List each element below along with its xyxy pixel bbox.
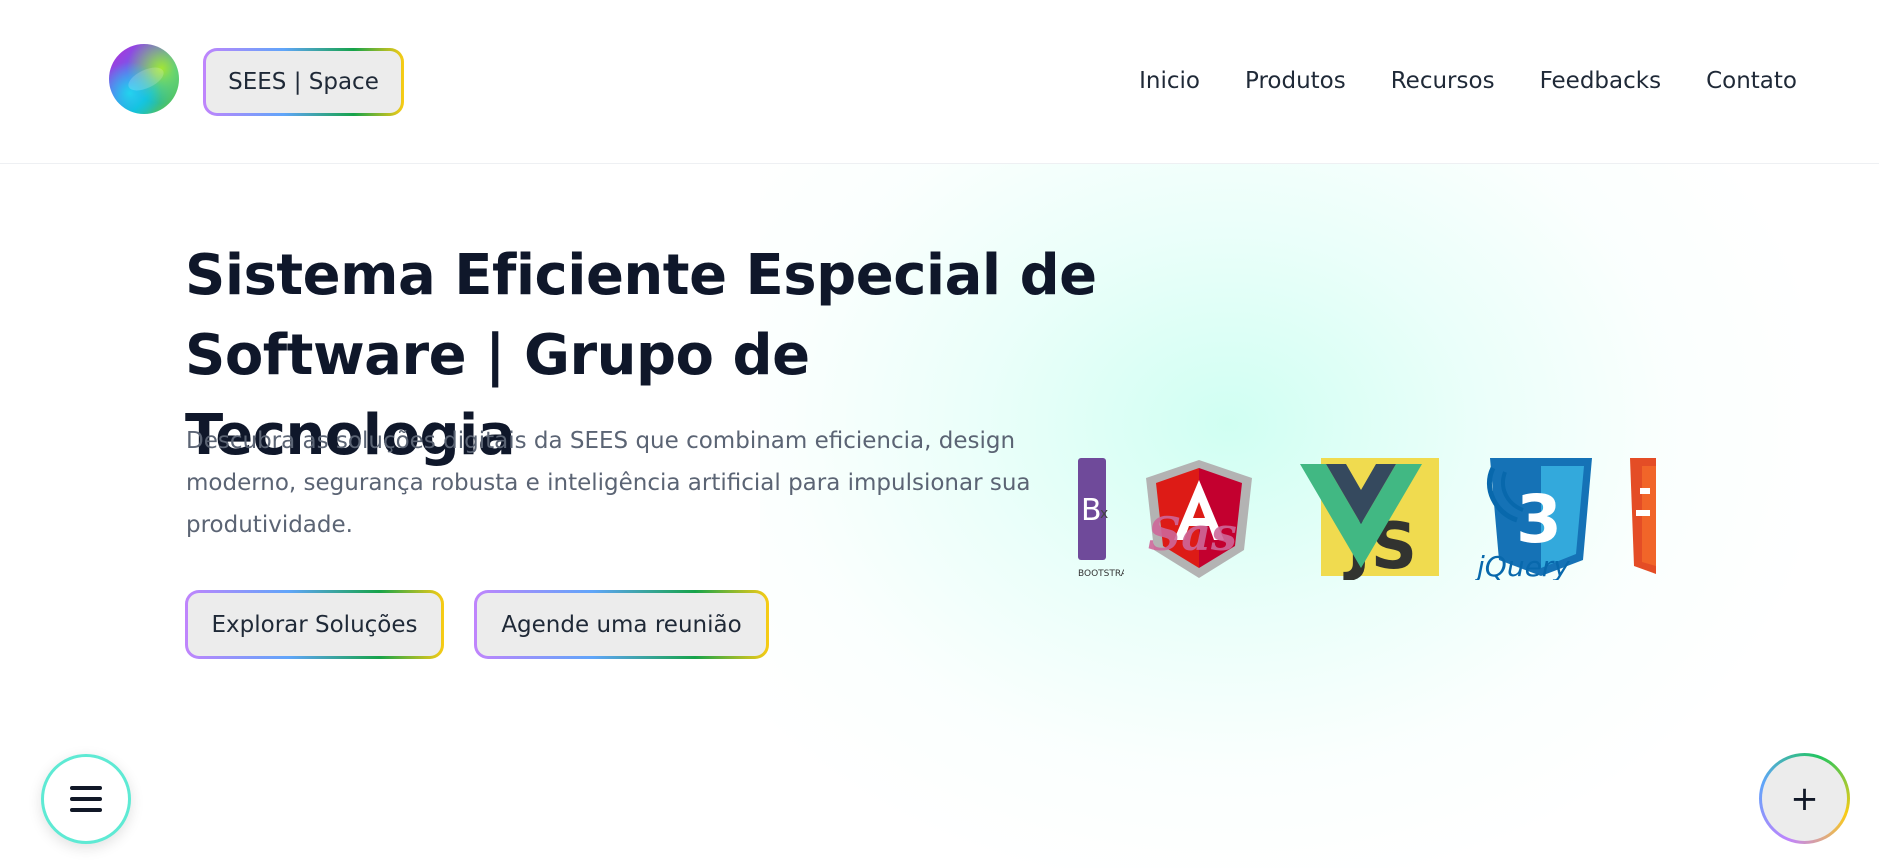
menu-button[interactable] (41, 754, 131, 844)
nav-link-recursos[interactable]: Recursos (1391, 68, 1495, 94)
main-nav: Inicio Produtos Recursos Feedbacks Conta… (1094, 68, 1797, 94)
bootstrap-logo-icon: B x BOOTSTRAP (1078, 458, 1124, 579)
svg-text:x: x (1100, 506, 1108, 522)
hero-description: Descubra as soluções digitais da SEES qu… (186, 428, 1031, 538)
nav-link-produtos[interactable]: Produtos (1245, 68, 1346, 94)
svg-text:BOOTSTRAP: BOOTSTRAP (1078, 569, 1124, 579)
html5-logo-icon (1630, 458, 1656, 574)
site-header: SEES | Space Inicio Produtos Recursos Fe… (0, 0, 1879, 164)
explore-solutions-button[interactable]: Explorar Soluções (185, 590, 444, 659)
page: SEES | Space Inicio Produtos Recursos Fe… (0, 0, 1879, 868)
nav-link-inicio[interactable]: Inicio (1139, 68, 1200, 94)
vue-logo-icon (1300, 464, 1422, 568)
brand-button-label: SEES | Space (206, 51, 401, 113)
add-button[interactable]: + (1759, 753, 1850, 844)
sass-logo-icon: Sass (1148, 507, 1236, 561)
tech-logo-carousel: B x BOOTSTRAP Sass JS 3 (1078, 458, 1668, 582)
brand-button[interactable]: SEES | Space (203, 48, 404, 116)
plus-icon: + (1762, 756, 1847, 841)
jquery-logo-icon: jQuery (1475, 466, 1570, 580)
svg-text:jQuery: jQuery (1475, 550, 1570, 580)
schedule-meeting-button[interactable]: Agende uma reunião (474, 590, 769, 659)
schedule-meeting-label: Agende uma reunião (477, 593, 766, 656)
nav-link-feedbacks[interactable]: Feedbacks (1540, 68, 1662, 94)
svg-text:B: B (1081, 493, 1102, 528)
nav-link-contato[interactable]: Contato (1706, 68, 1797, 94)
hero-title-line-1: Sistema Eficiente Especial de (185, 243, 1097, 308)
brand-logo-icon[interactable] (109, 44, 179, 114)
svg-text:Sass: Sass (1148, 507, 1236, 561)
explore-solutions-label: Explorar Soluções (188, 593, 441, 656)
menu-icon (70, 786, 102, 812)
